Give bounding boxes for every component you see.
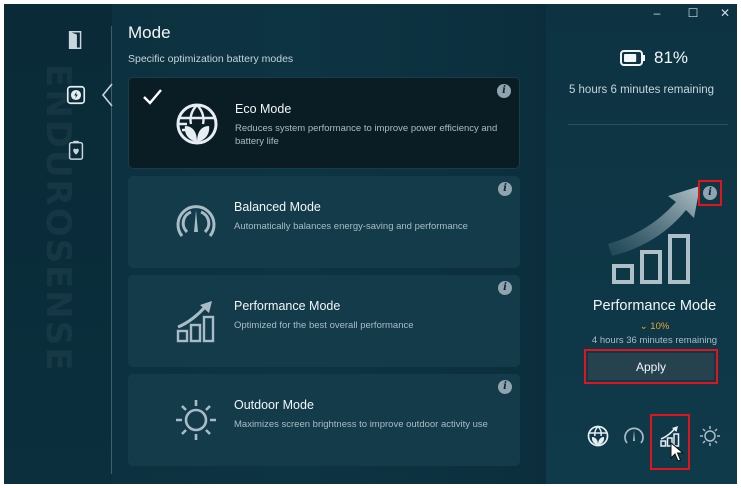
page-subtitle: Specific optimization battery modes — [128, 53, 294, 65]
battery-icon — [620, 50, 645, 66]
mode-name: Outdoor Mode — [234, 398, 314, 412]
brand-watermark: ENDUROSENSE — [38, 64, 78, 373]
sidebar-item-battery-health[interactable] — [64, 138, 88, 162]
status-panel: – ☐ ✕ 81% 5 hours 6 minutes remaining i … — [546, 4, 737, 484]
selected-mode-name: Performance Mode — [592, 298, 717, 314]
mouse-cursor-icon — [670, 442, 684, 462]
sidebar-divider — [111, 26, 112, 474]
app-window: ENDUROSENSE Mode Specific optimization b… — [4, 4, 737, 484]
sidebar-item-battery-mode[interactable] — [64, 83, 88, 107]
mode-name: Balanced Mode — [234, 200, 321, 214]
selected-mode-remaining: 4 hours 36 minutes remaining — [591, 335, 718, 346]
apply-button[interactable]: Apply — [588, 353, 714, 380]
bolt-battery-icon — [66, 85, 86, 105]
battery-percent: 81% — [654, 48, 689, 67]
sun-icon — [176, 400, 216, 440]
close-button[interactable]: ✕ — [716, 6, 734, 20]
page-title: Mode — [128, 23, 171, 42]
info-icon[interactable]: i — [498, 380, 512, 394]
quick-mode-balanced[interactable] — [622, 424, 646, 448]
globe-leaf-icon — [176, 103, 218, 145]
mode-card-balanced[interactable]: Balanced Mode Automatically balances ene… — [128, 176, 520, 268]
panel-divider — [568, 124, 728, 125]
maximize-button[interactable]: ☐ — [684, 6, 702, 20]
globe-leaf-icon — [587, 425, 609, 447]
info-icon[interactable]: i — [498, 182, 512, 196]
door-icon — [68, 31, 82, 50]
mode-card-outdoor[interactable]: Outdoor Mode Maximizes screen brightness… — [128, 374, 520, 466]
mode-card-eco[interactable]: Eco Mode Reduces system performance to i… — [128, 77, 520, 169]
checkmark-icon — [143, 89, 162, 105]
quick-mode-outdoor[interactable] — [698, 424, 722, 448]
boost-value: 10% — [650, 321, 670, 332]
mode-description: Optimized for the best overall performan… — [234, 320, 414, 331]
sidebar-item-shield[interactable] — [64, 28, 88, 52]
highlight-box-apply: Apply — [584, 349, 718, 384]
minimize-button[interactable]: – — [648, 6, 666, 20]
mode-card-performance[interactable]: Performance Mode Optimized for the best … — [128, 275, 520, 367]
sidebar: ENDUROSENSE — [4, 4, 113, 484]
mode-description: Reduces system performance to improve po… — [235, 123, 498, 147]
mode-description: Maximizes screen brightness to improve o… — [234, 419, 488, 430]
info-icon[interactable]: i — [497, 84, 511, 98]
info-icon[interactable]: i — [498, 281, 512, 295]
mode-name: Eco Mode — [235, 102, 292, 116]
mode-name: Performance Mode — [234, 299, 341, 313]
highlight-box-info: i — [698, 180, 722, 206]
sun-icon — [700, 426, 720, 446]
mode-description: Automatically balances energy-saving and… — [234, 221, 468, 232]
heart-battery-icon — [68, 140, 84, 160]
battery-remaining: 5 hours 6 minutes remaining — [568, 84, 715, 96]
quick-mode-eco[interactable] — [586, 424, 610, 448]
boost-indicator: ⌄ 10% — [546, 321, 737, 332]
info-icon[interactable]: i — [703, 186, 717, 200]
performance-graphic-icon — [608, 186, 700, 284]
chevron-down-icon: ⌄ — [639, 321, 648, 332]
battery-status: 81% — [620, 48, 688, 68]
gauge-icon — [176, 205, 216, 237]
gauge-icon — [624, 427, 644, 444]
bars-arrow-icon — [176, 301, 215, 343]
